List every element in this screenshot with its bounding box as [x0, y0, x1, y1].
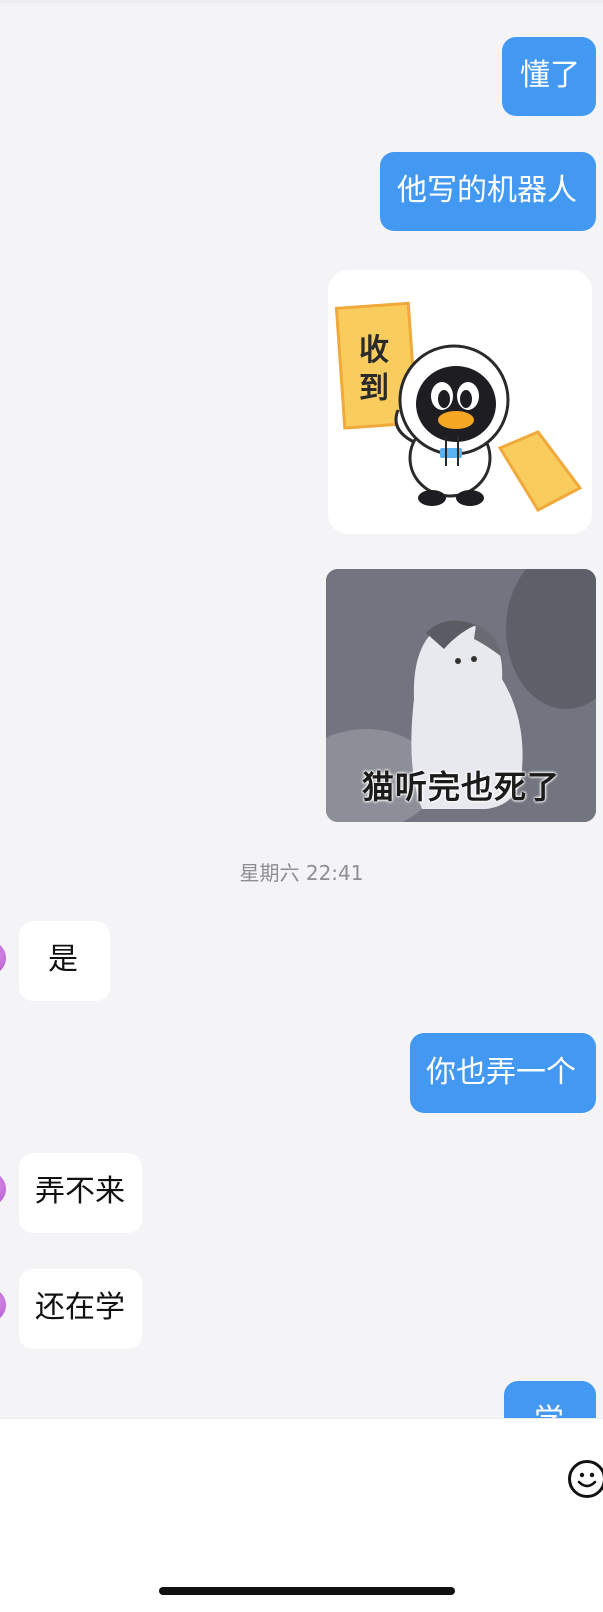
message-text: 是 [48, 942, 78, 977]
message-text: 还在学 [35, 1290, 125, 1325]
timestamp: 星期六 22:41 [239, 861, 364, 885]
message-bubble-incoming[interactable]: 还在学 [19, 1269, 142, 1349]
meme-caption: 猫听完也死了 [361, 768, 560, 806]
avatar[interactable] [0, 941, 6, 975]
top-edge [0, 0, 603, 6]
smile-icon [577, 1472, 597, 1488]
avatar[interactable] [0, 1172, 6, 1206]
message-bubble-incoming[interactable]: 是 [19, 921, 110, 1001]
message-bubble-outgoing[interactable]: 他写的机器人 [380, 152, 596, 231]
emoji-icon[interactable] [568, 1460, 603, 1498]
sticker-text-2: 到 [359, 371, 389, 406]
message-text: 他写的机器人 [397, 173, 577, 208]
message-bubble-incoming[interactable]: 弄不来 [19, 1153, 142, 1233]
cat-meme-image[interactable]: 猫听完也死了 [326, 569, 596, 822]
message-text: 弄不来 [35, 1174, 125, 1209]
avatar[interactable] [0, 1288, 6, 1322]
message-text: 懂了 [520, 58, 580, 93]
sticker-text-1: 收 [359, 333, 389, 368]
penguin-astronaut-sticker[interactable]: 收 到 收到 [328, 270, 592, 534]
home-indicator[interactable] [159, 1587, 455, 1595]
message-bubble-outgoing[interactable]: 你也弄一个 [410, 1033, 596, 1113]
message-text: 你也弄一个 [426, 1055, 576, 1090]
message-input[interactable] [0, 1419, 560, 1529]
message-bubble-outgoing[interactable]: 懂了 [502, 37, 596, 116]
home-area [0, 1528, 603, 1612]
input-bar [0, 1418, 603, 1529]
penguin-astronaut-sticker-icon: 收 到 [334, 301, 583, 512]
